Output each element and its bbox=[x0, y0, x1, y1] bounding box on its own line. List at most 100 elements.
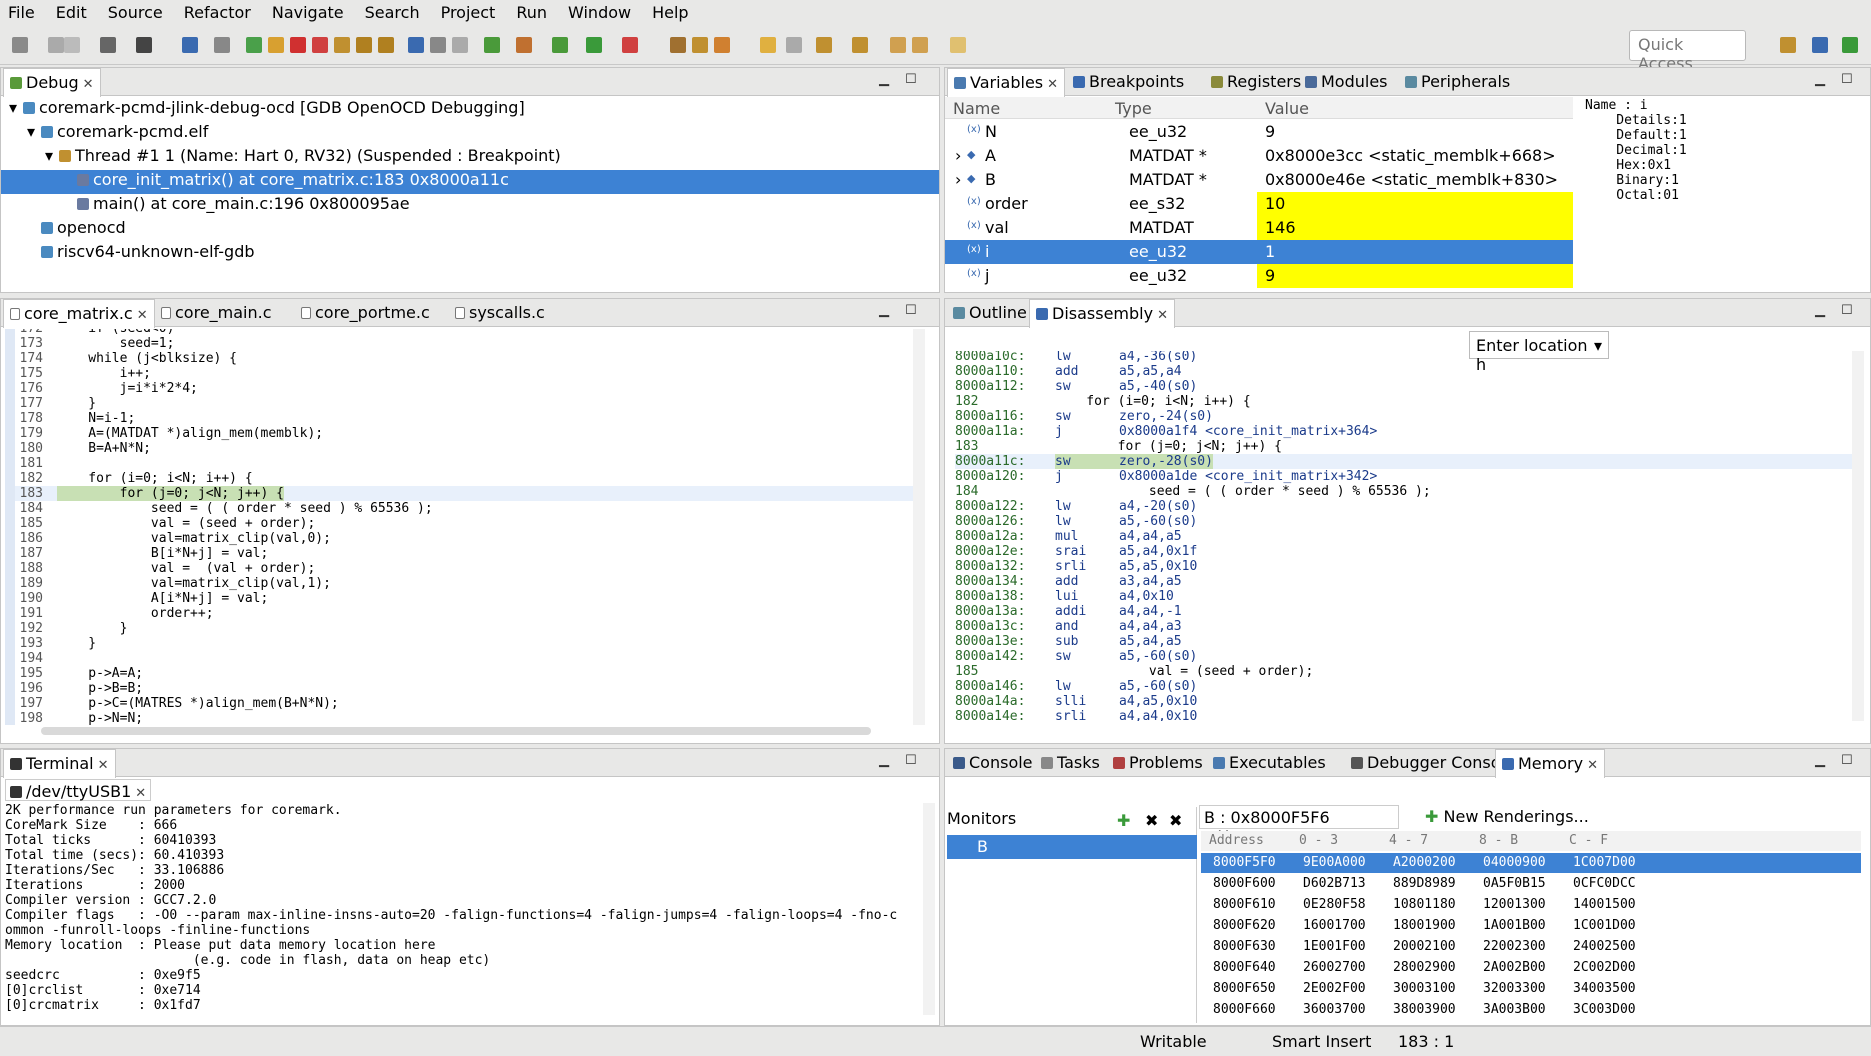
perspective-3-icon[interactable] bbox=[1842, 37, 1858, 53]
memory-row[interactable]: 8000F5F0 9E00A000 A2000200 04000900 1C007D00 bbox=[1201, 853, 1861, 873]
memory-cell[interactable]: 0CFC0DCC bbox=[1573, 876, 1636, 891]
memory-cell[interactable]: 14001500 bbox=[1573, 897, 1636, 912]
variable-value-cell[interactable]: 1 bbox=[1257, 240, 1573, 264]
add-icon[interactable]: ✚ bbox=[1117, 811, 1130, 830]
tab-rendering[interactable]: B : 0x8000F5F6 <Hex>✕ bbox=[1199, 805, 1399, 846]
tab-modules[interactable]: Modules bbox=[1299, 68, 1394, 96]
memory-cell[interactable]: 2E002F00 bbox=[1303, 981, 1366, 996]
menu-navigate[interactable]: Navigate bbox=[272, 3, 344, 22]
toolbar-tool-8-icon[interactable] bbox=[246, 37, 262, 53]
toolbar-tool-10-icon[interactable] bbox=[290, 37, 306, 53]
variable-row[interactable]: (x) Nee_u32 9 bbox=[945, 120, 1573, 144]
maximize-icon[interactable]: ☐ bbox=[905, 303, 917, 318]
chevron-down-icon[interactable]: ▾ bbox=[9, 98, 23, 117]
editor-hscrollbar[interactable] bbox=[41, 727, 871, 735]
maximize-icon[interactable]: ☐ bbox=[1841, 303, 1853, 318]
close-icon[interactable]: ✕ bbox=[1587, 758, 1598, 773]
toolbar-tool-18-icon[interactable] bbox=[484, 37, 500, 53]
memory-cell[interactable]: 24002500 bbox=[1573, 939, 1636, 954]
toolbar-tool-25-icon[interactable] bbox=[714, 37, 730, 53]
tab-file[interactable]: core_portme.c bbox=[295, 299, 436, 327]
memory-row[interactable]: 8000F600 D602B713 889D8989 0A5F0B15 0CFC0DCC bbox=[1201, 874, 1861, 894]
variable-row[interactable]: (x) order ee_s32 10 bbox=[945, 192, 1573, 216]
toolbar-tool-22-icon[interactable] bbox=[622, 37, 638, 53]
memory-cell[interactable]: 889D8989 bbox=[1393, 876, 1456, 891]
chevron-down-icon[interactable]: ▾ bbox=[27, 122, 41, 141]
tab-ttyusb1[interactable]: /dev/ttyUSB1 ✕ bbox=[5, 779, 152, 801]
tab-variables[interactable]: Variables ✕ bbox=[947, 68, 1066, 97]
menu-search[interactable]: Search bbox=[365, 3, 420, 22]
toolbar-tool-20-icon[interactable] bbox=[552, 37, 568, 53]
tab-executables[interactable]: Executables bbox=[1207, 749, 1332, 777]
toolbar-tool-15-icon[interactable] bbox=[408, 37, 424, 53]
close-icon[interactable]: ✕ bbox=[98, 758, 109, 773]
variable-value-cell[interactable]: 0x8000e46e <static_memblk+830> bbox=[1257, 168, 1573, 192]
maximize-icon[interactable]: ☐ bbox=[905, 753, 917, 768]
expand-icon[interactable]: › bbox=[955, 170, 961, 189]
variable-value-cell[interactable]: 10 bbox=[1257, 192, 1573, 216]
minimize-icon[interactable]: ▁ bbox=[1815, 72, 1825, 87]
memory-cell[interactable]: 1E001F00 bbox=[1303, 939, 1366, 954]
variable-row[interactable]: › ◆ A MATDAT * 0x8000e3cc <static_memblk+668… bbox=[945, 144, 1573, 168]
terminal-output[interactable]: 2K performance run parameters for corema… bbox=[5, 803, 921, 1015]
toolbar-tool-9-icon[interactable] bbox=[268, 37, 284, 53]
tab-file[interactable]: core_matrix.c ✕ bbox=[3, 299, 155, 328]
toolbar-tool-11-icon[interactable] bbox=[312, 37, 328, 53]
toolbar-tool-5-icon[interactable] bbox=[136, 37, 152, 53]
memory-cell[interactable]: 32003300 bbox=[1483, 981, 1546, 996]
variable-row[interactable]: (x) i ee_u32 1 bbox=[945, 240, 1573, 264]
memory-cell[interactable]: 22002300 bbox=[1483, 939, 1546, 954]
toolbar-tool-29-icon[interactable] bbox=[852, 37, 868, 53]
memory-cell[interactable]: 1A001B00 bbox=[1483, 918, 1546, 933]
memory-cell[interactable]: 34003500 bbox=[1573, 981, 1636, 996]
memory-cell[interactable]: 26002700 bbox=[1303, 960, 1366, 975]
memory-cell[interactable]: 3C003D00 bbox=[1573, 1002, 1636, 1017]
debug-tree-item[interactable]: ▾ Thread #1 1 (Name: Hart 0, RV32) (Suspe… bbox=[1, 146, 939, 170]
quick-access-input[interactable]: Quick Access bbox=[1629, 30, 1746, 73]
toolbar-tool-1-icon[interactable] bbox=[12, 37, 28, 53]
memory-cell[interactable]: 3A003B00 bbox=[1483, 1002, 1546, 1017]
chevron-down-icon[interactable]: ▾ bbox=[45, 146, 59, 165]
memory-cell[interactable]: 36003700 bbox=[1303, 1002, 1366, 1017]
remove-all-icon[interactable]: ✖ bbox=[1169, 811, 1182, 830]
memory-cell[interactable]: 10801180 bbox=[1393, 897, 1456, 912]
variable-row[interactable]: (x) j ee_u32 9 bbox=[945, 264, 1573, 288]
variable-value-cell[interactable]: 9 bbox=[1257, 264, 1573, 288]
tab-file[interactable]: core_main.c bbox=[155, 299, 278, 327]
debug-tree-item[interactable]: riscv64-unknown-elf-gdb bbox=[1, 242, 939, 266]
minimize-icon[interactable]: ▁ bbox=[1815, 753, 1825, 768]
toolbar-tool-6-icon[interactable] bbox=[182, 37, 198, 53]
debug-tree-item[interactable]: openocd bbox=[1, 218, 939, 242]
maximize-icon[interactable]: ☐ bbox=[905, 72, 917, 87]
tab-console[interactable]: Console bbox=[947, 749, 1039, 777]
disassembly-scrollbar[interactable] bbox=[1852, 351, 1864, 721]
tab-peripherals[interactable]: Peripherals bbox=[1399, 68, 1516, 96]
debug-tree-item[interactable]: main() at core_main.c:196 0x800095ae bbox=[1, 194, 939, 218]
expand-icon[interactable]: › bbox=[955, 146, 961, 165]
maximize-icon[interactable]: ☐ bbox=[1841, 753, 1853, 768]
memory-cell[interactable]: 38003900 bbox=[1393, 1002, 1456, 1017]
memory-cell[interactable]: A2000200 bbox=[1393, 855, 1456, 870]
menu-project[interactable]: Project bbox=[441, 3, 496, 22]
maximize-icon[interactable]: ☐ bbox=[1841, 72, 1853, 87]
close-icon[interactable]: ✕ bbox=[1047, 77, 1058, 92]
tab-outline[interactable]: Outline bbox=[947, 299, 1033, 327]
tab-registers[interactable]: Registers bbox=[1205, 68, 1307, 96]
toolbar-tool-12-icon[interactable] bbox=[334, 37, 350, 53]
memory-cell[interactable]: 2A002B00 bbox=[1483, 960, 1546, 975]
close-icon[interactable]: ✕ bbox=[1157, 308, 1168, 323]
minimize-icon[interactable]: ▁ bbox=[879, 303, 889, 318]
memory-cell[interactable]: 1C007D00 bbox=[1573, 855, 1636, 870]
memory-row[interactable]: 8000F640 26002700 28002900 2A002B00 2C002D00 bbox=[1201, 958, 1861, 978]
toolbar-tool-31-icon[interactable] bbox=[912, 37, 928, 53]
editor-scrollbar[interactable] bbox=[913, 329, 925, 725]
new-renderings-tab[interactable]: ✚ New Renderings... bbox=[1425, 807, 1589, 826]
toolbar-tool-4-icon[interactable] bbox=[100, 37, 116, 53]
tab-file[interactable]: syscalls.c bbox=[449, 299, 551, 327]
memory-cell[interactable]: 2C002D00 bbox=[1573, 960, 1636, 975]
memory-cell[interactable]: 16001700 bbox=[1303, 918, 1366, 933]
variable-row[interactable]: › ◆ B MATDAT * 0x8000e46e <static_memblk+830… bbox=[945, 168, 1573, 192]
code-area[interactable]: 172 if (seed<0)173 seed=1;174 while (j<b… bbox=[15, 329, 915, 725]
toolbar-tool-14-icon[interactable] bbox=[378, 37, 394, 53]
variable-value-cell[interactable]: 9 bbox=[1257, 120, 1573, 144]
